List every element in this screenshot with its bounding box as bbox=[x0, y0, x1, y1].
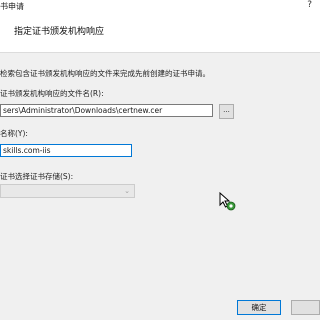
friendly-name-label: 名称(Y): bbox=[0, 129, 28, 138]
page-title: 指定证书颁发机构响应 bbox=[14, 27, 105, 37]
certificate-store-label: 证书选择证书存储(S): bbox=[0, 172, 74, 181]
dialog-header: 指定证书颁发机构响应 bbox=[0, 14, 320, 53]
cancel-button[interactable] bbox=[291, 300, 320, 315]
busy-cursor-icon bbox=[219, 191, 237, 214]
help-button[interactable]: ? bbox=[307, 0, 312, 10]
file-path-input[interactable]: sers\Administrator\Downloads\certnew.cer bbox=[0, 104, 213, 117]
window-title: 书申请 bbox=[0, 2, 24, 11]
browse-button[interactable]: ... bbox=[219, 104, 234, 119]
ellipsis-icon: ... bbox=[223, 106, 230, 114]
friendly-name-input[interactable]: skills.com-iis bbox=[0, 144, 132, 157]
file-name-label: 证书颁发机构响应的文件名(R): bbox=[0, 89, 104, 98]
chevron-down-icon: ⌄ bbox=[124, 187, 130, 195]
certificate-store-select[interactable]: ⌄ bbox=[0, 184, 135, 198]
instructions-text: 检索包含证书颁发机构响应的文件来完成先前创建的证书申请。 bbox=[0, 69, 210, 78]
ok-button[interactable]: 确定 bbox=[237, 300, 281, 315]
title-bar: 书申请 ? bbox=[0, 0, 320, 14]
